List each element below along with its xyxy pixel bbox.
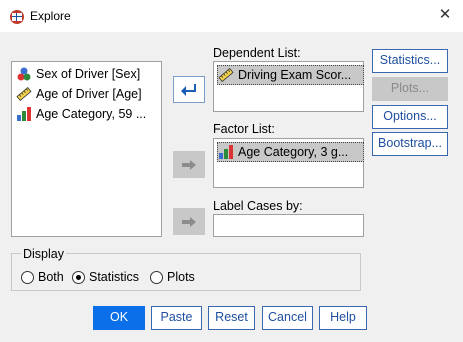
ordinal-bar-icon <box>17 107 31 121</box>
display-statistics-option[interactable]: Statistics <box>72 270 139 284</box>
factor-list[interactable]: Age Category, 3 g... <box>213 138 364 188</box>
display-statistics-label: Statistics <box>89 270 140 284</box>
variable-item[interactable]: Age of Driver [Age] <box>16 85 142 103</box>
window-title: Explore <box>30 9 71 23</box>
ordinal-bar-icon <box>219 145 233 159</box>
move-to-dependent-button[interactable] <box>173 76 205 103</box>
variable-label: Sex of Driver [Sex] <box>36 67 141 81</box>
arrow-right-icon <box>182 159 196 170</box>
dependent-list-label: Dependent List: <box>213 46 301 60</box>
nominal-icon <box>17 67 31 81</box>
label-cases-label: Label Cases by: <box>213 199 303 213</box>
radio-button[interactable] <box>72 270 85 284</box>
radio-button[interactable] <box>21 270 34 284</box>
plots-button[interactable]: Plots... <box>372 77 448 101</box>
statistics-button[interactable]: Statistics... <box>372 49 448 73</box>
variable-label: Age of Driver [Age] <box>36 87 142 101</box>
dependent-item-label: Driving Exam Scor... <box>238 68 352 82</box>
move-to-factor-button[interactable] <box>173 151 205 178</box>
factor-item[interactable]: Age Category, 3 g... <box>217 142 364 162</box>
close-icon[interactable]: ✕ <box>437 7 453 23</box>
display-both-label: Both <box>38 270 64 284</box>
help-button[interactable]: Help <box>319 306 367 330</box>
factor-list-label: Factor List: <box>213 122 275 136</box>
reset-button[interactable]: Reset <box>208 306 255 330</box>
variable-item[interactable]: Sex of Driver [Sex] <box>16 65 140 83</box>
scale-ruler-icon <box>16 87 32 101</box>
variable-label: Age Category, 59 ... <box>36 107 147 121</box>
dependent-item[interactable]: Driving Exam Scor... <box>217 65 364 85</box>
options-button[interactable]: Options... <box>372 105 448 129</box>
ok-button[interactable]: OK <box>93 306 145 330</box>
display-plots-option[interactable]: Plots <box>150 270 195 284</box>
display-plots-label: Plots <box>167 270 195 284</box>
radio-button[interactable] <box>150 270 163 284</box>
paste-button[interactable]: Paste <box>151 306 202 330</box>
move-to-label-button[interactable] <box>173 208 205 235</box>
arrow-right-icon <box>182 216 196 227</box>
arrow-right-icon <box>181 83 196 96</box>
display-both-option[interactable]: Both <box>21 270 64 284</box>
scale-ruler-icon <box>218 68 234 82</box>
factor-item-label: Age Category, 3 g... <box>238 145 349 159</box>
display-group-label: Display <box>21 247 66 261</box>
label-cases-field[interactable] <box>213 214 364 237</box>
dependent-list[interactable]: Driving Exam Scor... <box>213 61 364 112</box>
spss-app-icon <box>10 10 24 24</box>
bootstrap-button[interactable]: Bootstrap... <box>372 132 448 156</box>
variable-list[interactable]: Sex of Driver [Sex] Age of Driver [Age] … <box>11 61 162 237</box>
cancel-button[interactable]: Cancel <box>262 306 313 330</box>
variable-item[interactable]: Age Category, 59 ... <box>16 105 146 123</box>
